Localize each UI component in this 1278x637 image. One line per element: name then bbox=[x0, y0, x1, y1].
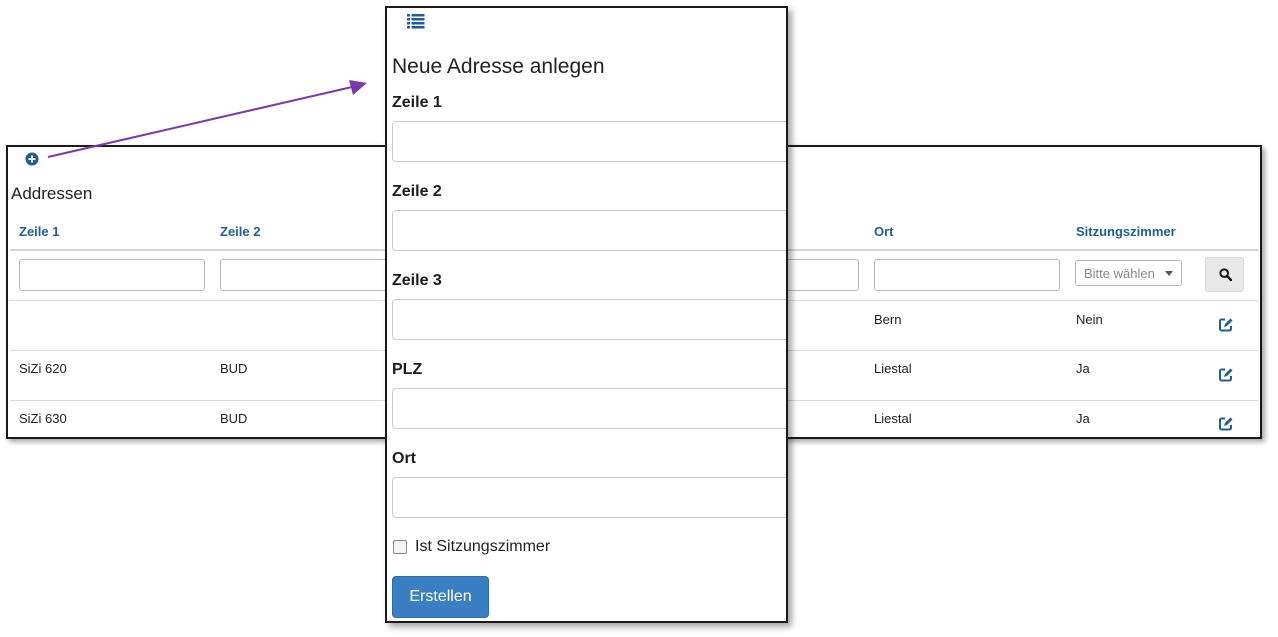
list-icon[interactable] bbox=[407, 13, 425, 29]
cell-zeile2: BUD bbox=[220, 411, 248, 426]
cell-zeile1: SiZi 620 bbox=[19, 361, 67, 376]
plus-circle-icon[interactable] bbox=[25, 152, 39, 166]
filter-sitzungszimmer-select[interactable]: Bitte wählen bbox=[1075, 260, 1182, 286]
zeile2-label: Zeile 2 bbox=[392, 183, 442, 200]
form-title: Neue Adresse anlegen bbox=[392, 55, 605, 78]
edit-icon[interactable] bbox=[1218, 416, 1234, 432]
search-icon bbox=[1219, 268, 1232, 281]
sitzungszimmer-checkbox-label[interactable]: Ist Sitzungszimmer bbox=[415, 538, 550, 556]
cell-ort: Liestal bbox=[874, 411, 912, 426]
cell-zeile2: BUD bbox=[220, 361, 248, 376]
column-header-ort[interactable]: Ort bbox=[874, 224, 894, 239]
search-button[interactable] bbox=[1205, 257, 1244, 292]
ort-label: Ort bbox=[392, 450, 416, 467]
cell-sitzungszimmer: Ja bbox=[1076, 411, 1090, 426]
cell-sitzungszimmer: Ja bbox=[1076, 361, 1090, 376]
create-button[interactable]: Erstellen bbox=[392, 576, 489, 618]
filter-ort-input[interactable] bbox=[874, 259, 1060, 291]
caret-down-icon bbox=[1165, 271, 1173, 276]
zeile3-label: Zeile 3 bbox=[392, 272, 442, 289]
cell-ort: Bern bbox=[874, 312, 902, 327]
zeile3-field[interactable] bbox=[392, 299, 786, 340]
new-address-form-panel: Neue Adresse anlegen Zeile 1 Zeile 2 Zei… bbox=[385, 6, 788, 623]
zeile1-field[interactable] bbox=[392, 121, 786, 162]
column-header-sitzungszimmer[interactable]: Sitzungszimmer bbox=[1076, 224, 1176, 239]
cell-ort: Liestal bbox=[874, 361, 912, 376]
cell-sitzungszimmer: Nein bbox=[1076, 312, 1103, 327]
filter-zeile1-input[interactable] bbox=[19, 259, 205, 291]
plz-label: PLZ bbox=[392, 361, 423, 378]
ort-field[interactable] bbox=[392, 477, 786, 518]
plz-field[interactable] bbox=[392, 388, 786, 429]
column-header-zeile1[interactable]: Zeile 1 bbox=[19, 224, 59, 239]
edit-icon[interactable] bbox=[1218, 317, 1234, 333]
sitzungszimmer-checkbox[interactable] bbox=[393, 540, 407, 554]
column-header-zeile2[interactable]: Zeile 2 bbox=[220, 224, 260, 239]
list-title: Addressen bbox=[11, 184, 93, 203]
select-placeholder: Bitte wählen bbox=[1084, 266, 1155, 281]
edit-icon[interactable] bbox=[1218, 367, 1234, 383]
zeile2-field[interactable] bbox=[392, 210, 786, 251]
filter-zeile2-input[interactable] bbox=[220, 259, 406, 291]
cell-zeile1: SiZi 630 bbox=[19, 411, 67, 426]
zeile1-label: Zeile 1 bbox=[392, 94, 442, 111]
